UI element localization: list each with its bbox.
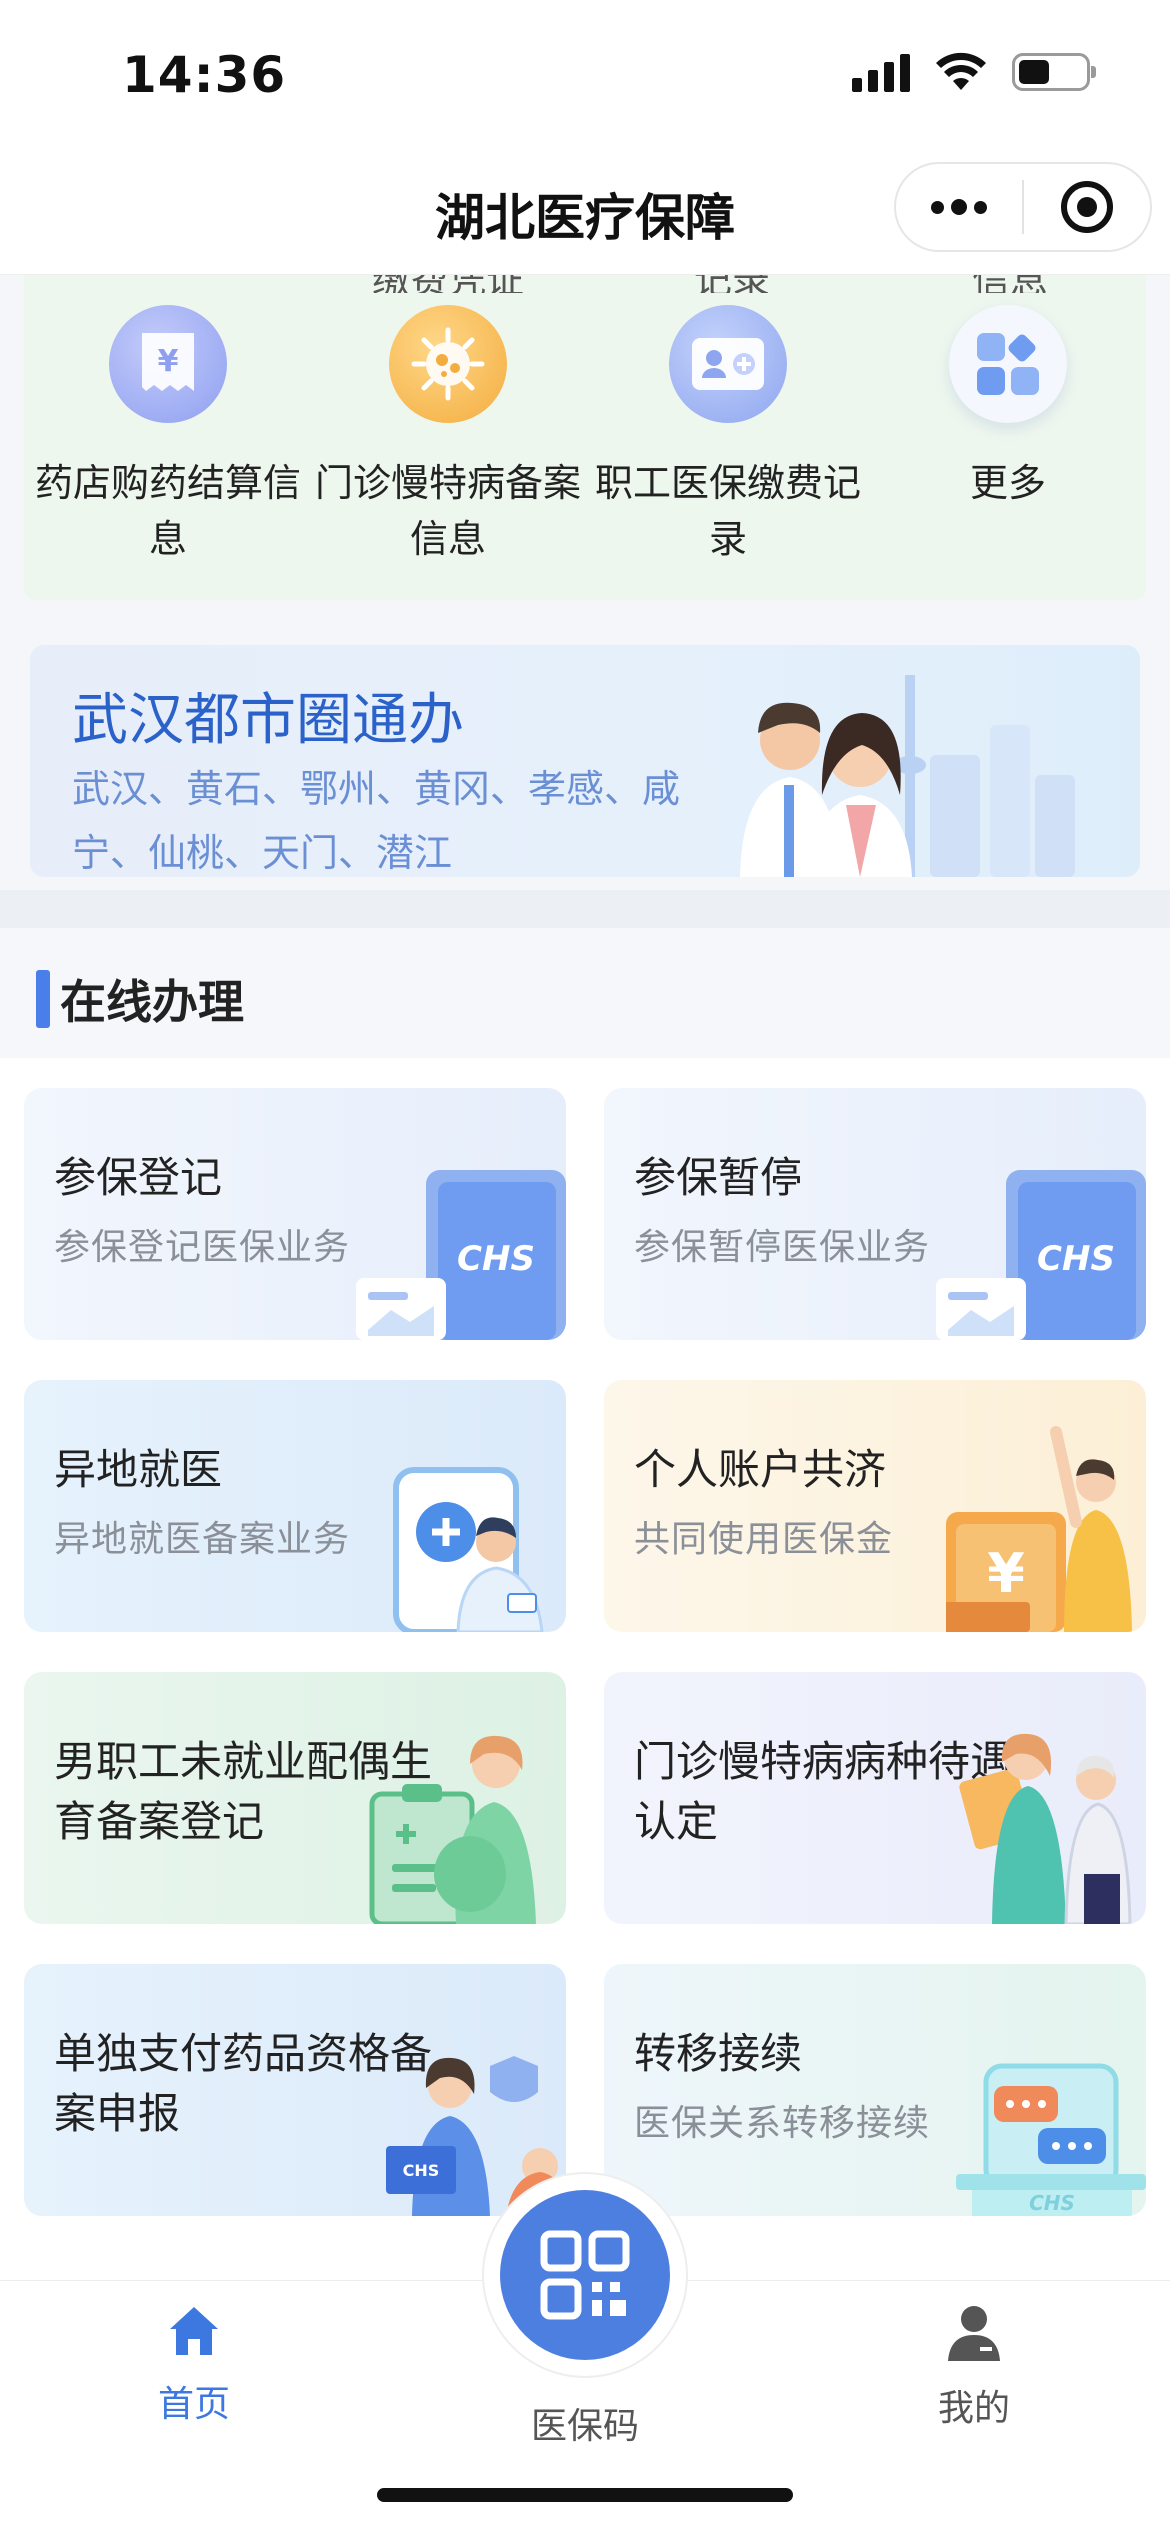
miniprogram-capsule [894, 162, 1152, 252]
card-chronic-disease-qualification[interactable]: 门诊慢特病病种待遇认定 [604, 1672, 1146, 1924]
wifi-icon [936, 52, 986, 90]
chat-transfer-icon: CHS [956, 2063, 1146, 2216]
partial-label: 信息 [972, 275, 1048, 293]
tab-qr-label: 医保码 [530, 2406, 639, 2447]
quick-item-label: 药店购药结算信息 [34, 461, 301, 561]
virus-cell-icon [389, 305, 507, 423]
phone-doctor-icon [393, 1467, 544, 1632]
card-transfer-continuation[interactable]: 转移接续 医保关系转移接续 CHS [604, 1964, 1146, 2216]
quick-item-label: 职工医保缴费记录 [594, 461, 861, 561]
card-enrollment-registration[interactable]: 参保登记 参保登记医保业务 CHS [24, 1088, 566, 1340]
quick-item-employee-payment[interactable]: 职工医保缴费记录 [588, 305, 868, 567]
home-icon [170, 2307, 218, 2355]
card-subtitle: 医保关系转移接续 [634, 2103, 931, 2144]
svg-text:CHS: CHS [1037, 1239, 1115, 1279]
more-dots-icon [931, 199, 987, 215]
chs-card-icon: CHS [356, 1170, 566, 1340]
grid-more-icon [949, 305, 1067, 423]
card-enrollment-suspension[interactable]: 参保暂停 参保暂停医保业务 CHS [604, 1088, 1146, 1340]
svg-text:CHS: CHS [1029, 2191, 1075, 2215]
chs-card-icon: CHS [936, 1170, 1146, 1340]
more-menu-button[interactable] [896, 164, 1022, 250]
card-personal-account-sharing[interactable]: 个人账户共济 共同使用医保金 ¥ [604, 1380, 1146, 1632]
nav-bar: 湖北医疗保障 [0, 140, 1170, 275]
banner-title: 武汉都市圈通办 [72, 688, 464, 753]
id-card-icon [669, 305, 787, 423]
qr-code-icon [540, 2230, 630, 2320]
cut-off-labels: 缴费凭证 记录 信息 [24, 275, 1146, 293]
partial-label: 记录 [694, 275, 770, 293]
nurse-elderly-icon [959, 1733, 1132, 1924]
card-subtitle: 参保登记医保业务 [54, 1227, 351, 1268]
quick-item-more[interactable]: 更多 [868, 305, 1148, 511]
tab-home-label: 首页 [157, 2384, 230, 2425]
home-indicator [377, 2488, 793, 2502]
card-title: 单独支付药品资格备案申报 [54, 2029, 433, 2138]
banner-cities: 武汉、黄石、鄂州、黄冈、孝感、咸宁、仙桃、天门、潜江 [72, 767, 681, 875]
card-offsite-medical[interactable]: 异地就医 异地就医备案业务 [24, 1380, 566, 1632]
battery-icon [1012, 53, 1096, 91]
svg-text:CHS: CHS [457, 1239, 535, 1279]
svg-text:¥: ¥ [158, 344, 179, 379]
card-subtitle: 共同使用医保金 [634, 1519, 894, 1560]
svg-text:¥: ¥ [987, 1542, 1025, 1605]
section-accent-bar [36, 970, 50, 1028]
close-miniprogram-button[interactable] [1024, 164, 1150, 250]
status-icons [852, 52, 1096, 92]
quick-services-panel: 缴费凭证 记录 信息 ¥ 药店购药结算信息 门诊慢 [24, 275, 1146, 600]
doctors-city-illustration [740, 675, 1075, 877]
card-separate-payment-drug[interactable]: 单独支付药品资格备案申报 CHS [24, 1964, 566, 2216]
status-time: 14:36 [122, 46, 287, 104]
online-section-header: 在线办理 [0, 928, 1170, 1058]
online-services-grid: 参保登记 参保登记医保业务 CHS 参保暂停 参保暂停医保业务 CHS 异地就医… [0, 1058, 1170, 2280]
user-icon [948, 2306, 1000, 2361]
quick-item-pharmacy-settlement[interactable]: ¥ 药店购药结算信息 [28, 305, 308, 567]
section-title: 在线办理 [60, 975, 244, 1029]
status-bar: 14:36 [0, 0, 1170, 140]
quick-item-label: 门诊慢特病备案信息 [314, 461, 581, 561]
card-subtitle: 异地就医备案业务 [54, 1519, 351, 1560]
pregnant-clipboard-icon [369, 1735, 536, 1924]
partial-label: 缴费凭证 [372, 275, 524, 293]
card-subtitle: 参保暂停医保业务 [634, 1227, 931, 1268]
card-spouse-maternity-registration[interactable]: 男职工未就业配偶生育备案登记 [24, 1672, 566, 1924]
tab-mine-label: 我的 [937, 2388, 1010, 2429]
wuhan-metro-banner[interactable]: 武汉都市圈通办 武汉、黄石、鄂州、黄冈、孝感、咸宁、仙桃、天门、潜江 [30, 645, 1140, 877]
tab-home[interactable]: 首页 [44, 2303, 344, 2427]
quick-item-label: 更多 [969, 461, 1046, 505]
medical-qr-code-button[interactable] [500, 2190, 670, 2360]
receipt-yen-icon: ¥ [109, 305, 227, 423]
quick-item-chronic-disease-record[interactable]: 门诊慢特病备案信息 [308, 305, 588, 567]
wallet-family-icon: ¥ [946, 1426, 1132, 1632]
tab-mine[interactable]: 我的 [824, 2303, 1124, 2431]
target-circle-icon [1061, 181, 1113, 233]
cellular-signal-icon [852, 52, 910, 92]
svg-text:CHS: CHS [403, 2161, 440, 2180]
tab-qr-label-wrap: 医保码 [435, 2385, 735, 2449]
